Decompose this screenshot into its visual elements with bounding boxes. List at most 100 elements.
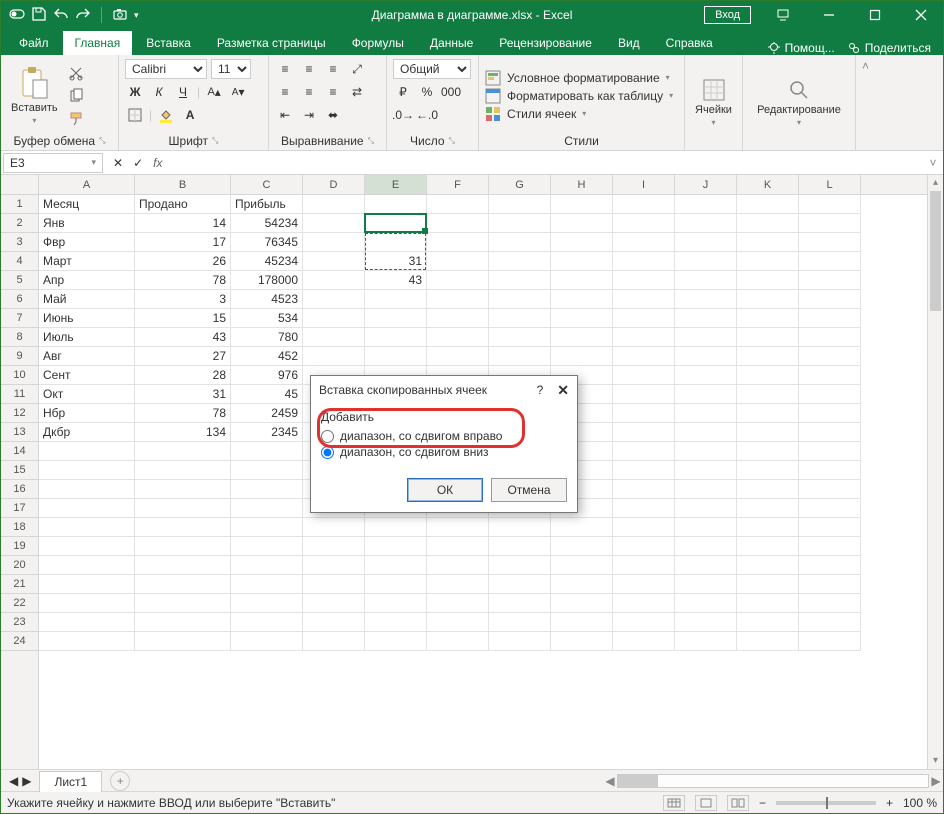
row-header[interactable]: 4 (1, 252, 38, 271)
cell[interactable] (613, 537, 675, 556)
row-header[interactable]: 5 (1, 271, 38, 290)
cell[interactable] (489, 594, 551, 613)
select-all-corner[interactable] (1, 175, 39, 195)
cell[interactable]: 76345 (231, 233, 303, 252)
cell[interactable] (39, 518, 135, 537)
align-center-icon[interactable]: ≡ (299, 82, 319, 102)
cell[interactable] (675, 442, 737, 461)
cell[interactable]: 14 (135, 214, 231, 233)
bold-icon[interactable]: Ж (125, 82, 145, 102)
cell[interactable] (737, 214, 799, 233)
cell[interactable] (489, 233, 551, 252)
cell[interactable] (613, 613, 675, 632)
name-box[interactable]: E3▾ (3, 153, 103, 173)
cell[interactable] (799, 613, 861, 632)
align-bottom-icon[interactable]: ≡ (323, 59, 343, 79)
cell[interactable] (613, 556, 675, 575)
page-layout-view-icon[interactable] (695, 795, 717, 811)
decrease-indent-icon[interactable]: ⇤ (275, 105, 295, 125)
cell[interactable] (427, 271, 489, 290)
paste-button[interactable]: Вставить ▾ (7, 64, 62, 127)
conditional-formatting-button[interactable]: Условное форматирование▾ (485, 70, 678, 86)
cell[interactable] (135, 594, 231, 613)
cell[interactable] (737, 556, 799, 575)
cell[interactable] (675, 252, 737, 271)
cell[interactable] (799, 233, 861, 252)
cell[interactable] (675, 366, 737, 385)
tab-view[interactable]: Вид (606, 31, 652, 55)
tab-insert[interactable]: Вставка (134, 31, 203, 55)
cell[interactable] (675, 518, 737, 537)
column-header[interactable]: L (799, 175, 861, 194)
cell[interactable] (799, 328, 861, 347)
cell[interactable] (613, 461, 675, 480)
underline-icon[interactable]: Ч (173, 82, 193, 102)
cell[interactable] (675, 385, 737, 404)
cell[interactable] (427, 252, 489, 271)
column-header[interactable]: D (303, 175, 365, 194)
cell[interactable] (737, 347, 799, 366)
cell[interactable] (613, 442, 675, 461)
cell[interactable] (365, 556, 427, 575)
cell[interactable] (799, 594, 861, 613)
column-header[interactable]: E (365, 175, 427, 194)
normal-view-icon[interactable] (663, 795, 685, 811)
formula-input[interactable] (172, 153, 923, 173)
cell[interactable] (799, 518, 861, 537)
cell[interactable] (39, 537, 135, 556)
cell[interactable]: 43 (365, 271, 427, 290)
cell[interactable] (303, 556, 365, 575)
format-painter-icon[interactable] (66, 109, 86, 129)
shift-down-radio[interactable]: диапазон, со сдвигом вниз (321, 444, 567, 460)
column-header[interactable]: B (135, 175, 231, 194)
cell[interactable] (799, 385, 861, 404)
cell[interactable]: 976 (231, 366, 303, 385)
percent-format-icon[interactable]: % (417, 82, 437, 102)
row-header[interactable]: 13 (1, 423, 38, 442)
column-header[interactable]: I (613, 175, 675, 194)
cell[interactable]: Месяц (39, 195, 135, 214)
cell[interactable]: 2459 (231, 404, 303, 423)
number-format-select[interactable]: Общий (393, 59, 471, 79)
cell[interactable] (551, 347, 613, 366)
cell[interactable] (551, 613, 613, 632)
cell[interactable]: 15 (135, 309, 231, 328)
decrease-font-icon[interactable]: A▾ (228, 82, 248, 102)
cell[interactable]: 26 (135, 252, 231, 271)
cell[interactable] (799, 461, 861, 480)
cell[interactable] (613, 480, 675, 499)
cell[interactable] (737, 290, 799, 309)
cell[interactable] (675, 404, 737, 423)
cell[interactable] (551, 537, 613, 556)
cell[interactable] (737, 613, 799, 632)
cell[interactable]: 2345 (231, 423, 303, 442)
accounting-format-icon[interactable]: ₽ (393, 82, 413, 102)
orientation-icon[interactable]: ⤢ (347, 59, 367, 79)
cell[interactable] (551, 214, 613, 233)
cell[interactable] (613, 195, 675, 214)
cell[interactable]: 78 (135, 271, 231, 290)
row-header[interactable]: 10 (1, 366, 38, 385)
sheet-tab[interactable]: Лист1 (39, 771, 102, 792)
cell[interactable] (799, 499, 861, 518)
cell[interactable] (303, 195, 365, 214)
tab-formulas[interactable]: Формулы (340, 31, 416, 55)
cell[interactable] (675, 195, 737, 214)
minimize-button[interactable] (807, 1, 851, 29)
cell[interactable] (551, 233, 613, 252)
cell[interactable] (613, 404, 675, 423)
cell[interactable] (737, 404, 799, 423)
cell[interactable] (489, 613, 551, 632)
row-header[interactable]: 7 (1, 309, 38, 328)
cell[interactable] (737, 252, 799, 271)
cell[interactable]: Прибыль (231, 195, 303, 214)
cell[interactable] (231, 461, 303, 480)
cell[interactable] (613, 309, 675, 328)
cell[interactable] (427, 556, 489, 575)
cell[interactable] (135, 518, 231, 537)
cell[interactable]: 534 (231, 309, 303, 328)
cell[interactable] (303, 233, 365, 252)
cell[interactable] (427, 309, 489, 328)
zoom-in-icon[interactable]: + (886, 796, 893, 810)
cell[interactable] (613, 632, 675, 651)
